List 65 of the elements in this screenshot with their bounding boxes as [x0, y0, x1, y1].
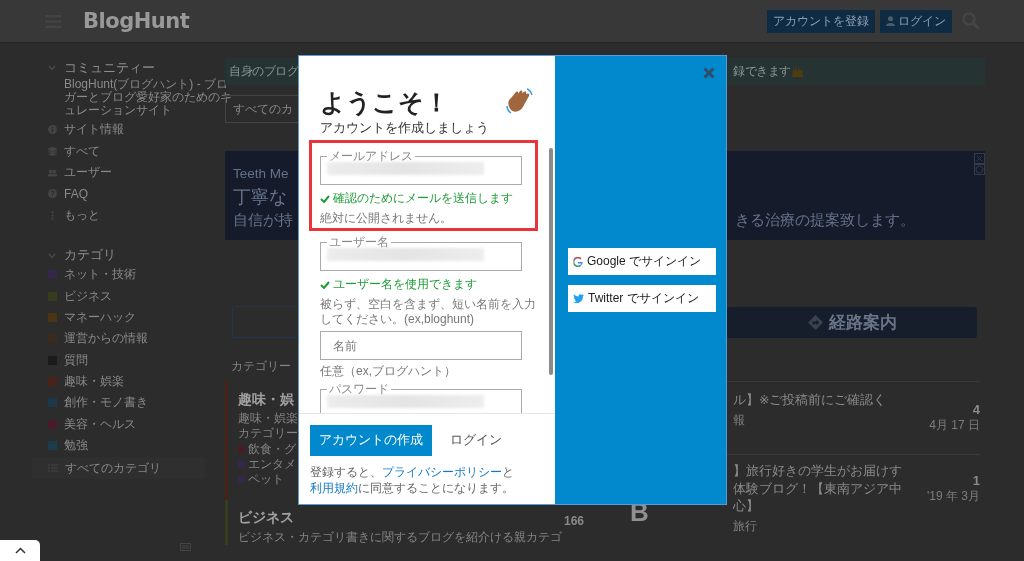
- category-description: カテゴリー: [238, 426, 298, 441]
- topic-category[interactable]: 報: [733, 412, 887, 427]
- directions-button[interactable]: 経路案内: [727, 306, 977, 338]
- sidebar-item[interactable]: すべて: [48, 140, 205, 162]
- subcategory-tag[interactable]: 飲食・グ: [238, 442, 296, 457]
- validation-message: 確認のためにメールを送信します: [320, 190, 555, 207]
- subcategory-tag[interactable]: エンタメ: [238, 457, 296, 472]
- notice-text: 録できます: [733, 64, 791, 79]
- login-link[interactable]: ログイン: [440, 426, 512, 455]
- text-field[interactable]: 名前: [320, 331, 522, 360]
- topic-category[interactable]: 旅行: [733, 518, 902, 533]
- privacy-policy-link[interactable]: プライバシーポリシー: [382, 465, 502, 479]
- topic-title[interactable]: 心】: [733, 498, 902, 516]
- subcategory-tag[interactable]: ペット: [238, 472, 284, 487]
- social-signin-button[interactable]: Google でサインイン: [568, 248, 716, 275]
- category-item[interactable]: ビジネス: [48, 285, 205, 307]
- validation-message: ユーザー名を使用できます: [320, 276, 555, 293]
- category-item[interactable]: 創作・モノ書き: [48, 392, 205, 414]
- category-item[interactable]: 運営からの情報: [48, 328, 205, 350]
- sidebar-item[interactable]: FAQ: [48, 183, 205, 205]
- sidebar-item[interactable]: サイト情報: [48, 119, 205, 141]
- category-item[interactable]: 質問: [48, 349, 205, 371]
- terms-notice: 登録すると、プライバシーポリシー と 利用規約に同意することになります。: [310, 464, 515, 496]
- category-item[interactable]: 勉強: [48, 435, 205, 457]
- sidebar-item[interactable]: ユーザー: [48, 161, 205, 184]
- ad-text: 自信が持: [233, 211, 293, 230]
- ad-text: きる治療の提案致します。: [735, 211, 915, 230]
- text-field[interactable]: パスワード: [320, 383, 522, 413]
- site-logo[interactable]: BlogHunt: [83, 9, 190, 33]
- reply-count: 4: [972, 402, 980, 417]
- sidebar-item[interactable]: もっと: [48, 204, 205, 226]
- topic-date: 4月 17 日: [929, 417, 980, 434]
- reply-count: 1: [972, 473, 980, 488]
- topic-title[interactable]: ル】※ご投稿前にご確認く: [733, 392, 887, 410]
- field-label: メールアドレス: [328, 150, 414, 162]
- ad-text: Teeth Me: [233, 166, 289, 181]
- register-button[interactable]: アカウントを登録: [767, 9, 875, 33]
- text-field[interactable]: ユーザー名: [320, 236, 522, 271]
- field-label: ユーザー名: [328, 236, 390, 248]
- text-field[interactable]: メールアドレス: [320, 150, 522, 185]
- terms-link[interactable]: 利用規約: [310, 481, 358, 495]
- section-title: コミュニティー: [64, 59, 155, 77]
- category-title: 趣味・娯: [238, 390, 295, 408]
- topic-title[interactable]: 】旅行好きの学生がお届けす: [733, 463, 902, 481]
- category-item[interactable]: マネーハック: [48, 306, 205, 329]
- field-hint: 被らず、空白を含まず、短い名前を入力してください。(ex,bloghunt): [320, 297, 537, 327]
- field-hint: 任意（ex,ブログハント）: [320, 364, 457, 379]
- category-description: 趣味・娯楽: [238, 411, 298, 426]
- category-description: ビジネス・カテゴリ書きに関するブログを紹介ける親カテゴ: [238, 530, 562, 545]
- category-title: ビジネス: [238, 508, 295, 526]
- dialog-subtitle: アカウントを作成しましょう: [320, 120, 490, 137]
- login-button[interactable]: ログイン: [880, 9, 952, 33]
- field-hint: 絶対に公開されません。: [320, 211, 453, 226]
- section-title: カテゴリ: [64, 247, 116, 265]
- social-signin-button[interactable]: Twitter でサインイン: [568, 285, 716, 312]
- topic-title[interactable]: 体験ブログ！【東南アジア中: [733, 480, 902, 498]
- topic-count: 166: [563, 514, 584, 530]
- category-item[interactable]: ネット・技術: [48, 263, 205, 286]
- category-item[interactable]: 美容・ヘルス: [48, 413, 205, 436]
- create-account-button[interactable]: アカウントの作成: [310, 425, 432, 456]
- ad-text: 丁寧な: [233, 186, 287, 209]
- topic-date: '19 年 3月: [927, 488, 980, 505]
- category-item[interactable]: 趣味・娯楽: [48, 370, 205, 393]
- field-label: パスワード: [328, 383, 390, 395]
- column-heading: カテゴリー: [231, 358, 291, 372]
